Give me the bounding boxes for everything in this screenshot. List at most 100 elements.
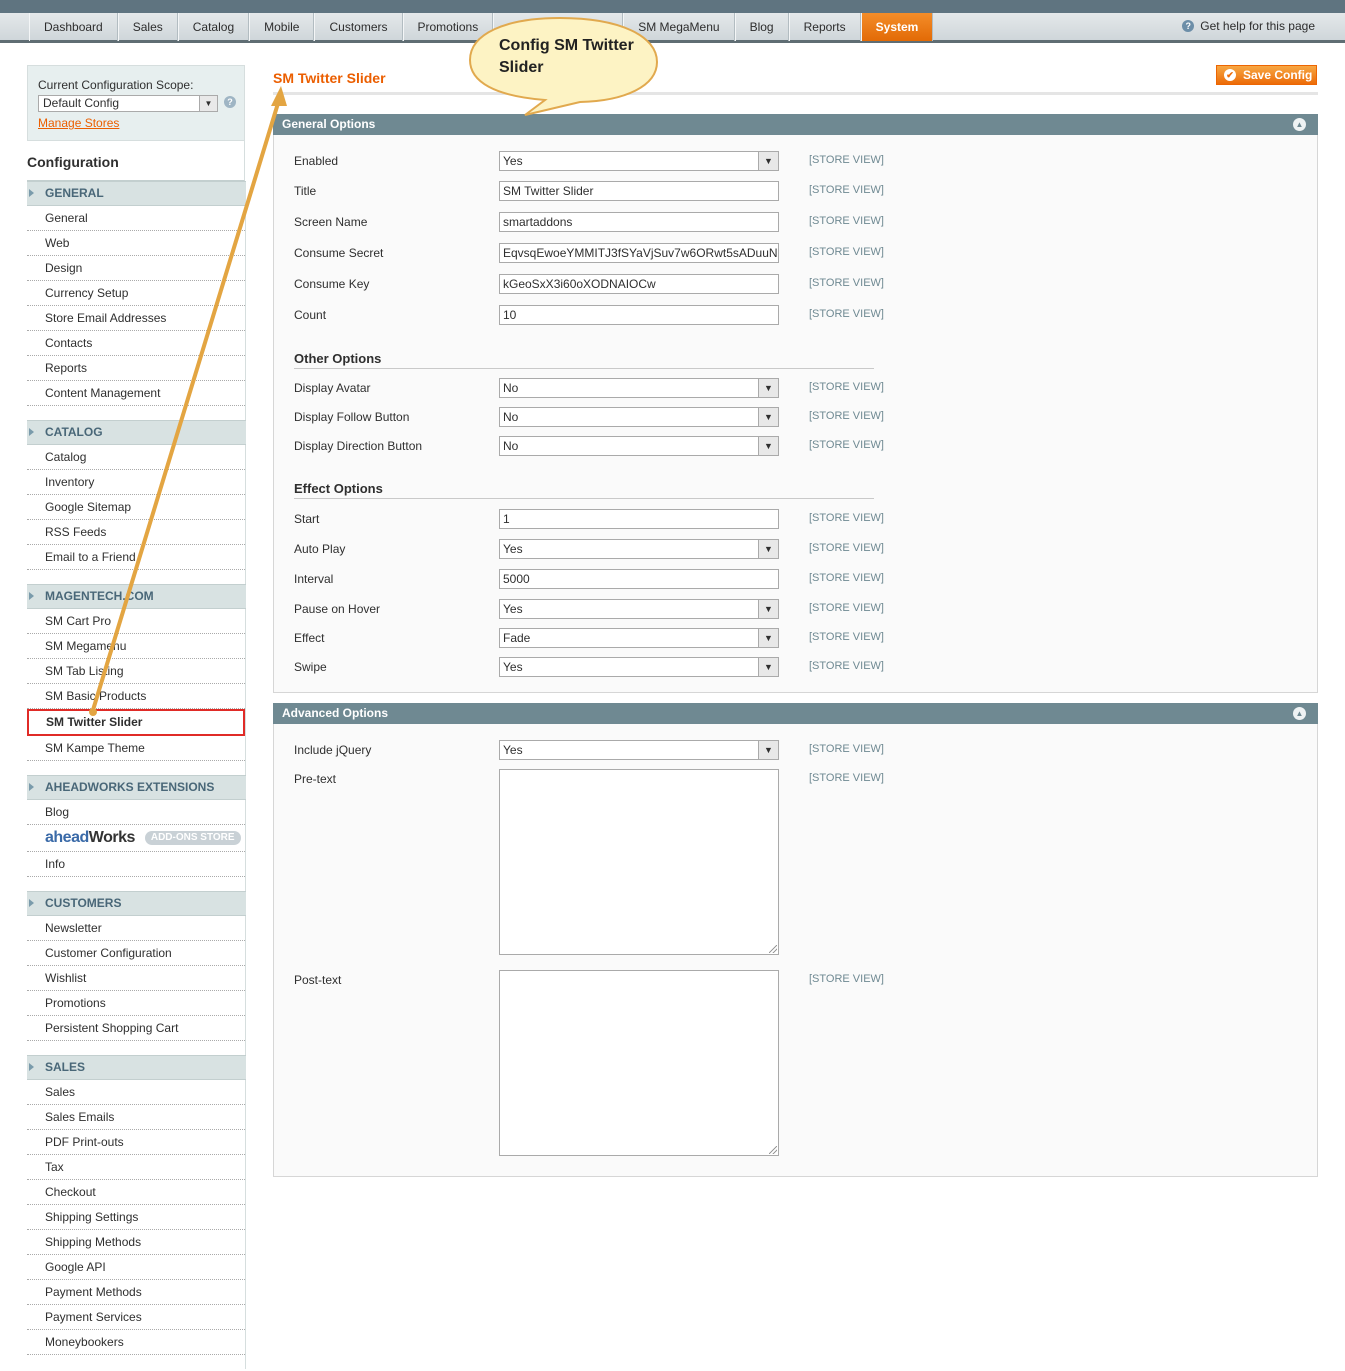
sidebar-item-sm-kampe-theme[interactable]: SM Kampe Theme [27, 736, 245, 761]
sidebar-item-wishlist[interactable]: Wishlist [27, 966, 245, 991]
scope-tag: [STORE VIEW] [809, 542, 884, 554]
nav-item-mobile[interactable]: Mobile [249, 13, 315, 41]
collapse-icon[interactable]: ▲ [1293, 707, 1306, 720]
scope-switcher: Current Configuration Scope: Default Con… [27, 65, 245, 141]
nav-item-catalog[interactable]: Catalog [177, 13, 250, 41]
chevron-down-icon: ▼ [199, 96, 217, 111]
sidebar-item-payment-services[interactable]: Payment Services [27, 1305, 245, 1330]
triangle-right-icon [29, 1063, 34, 1071]
display-follow-button-select[interactable]: No ▼ [499, 407, 779, 427]
sidebar-item-contacts[interactable]: Contacts [27, 331, 245, 356]
save-config-button[interactable]: ✔ Save Config [1216, 65, 1317, 85]
sidebar-section-catalog[interactable]: CATALOG [27, 420, 246, 445]
nav-item-blog[interactable]: Blog [734, 13, 789, 41]
enabled-select[interactable]: Yes ▼ [499, 151, 779, 171]
nav-item-customers[interactable]: Customers [314, 13, 403, 41]
sidebar-item-inventory[interactable]: Inventory [27, 470, 245, 495]
sidebar-item-sm-basic-products[interactable]: SM Basic Products [27, 684, 245, 709]
sidebar-item-google-api[interactable]: Google API [27, 1255, 245, 1280]
sidebar-item-sm-cart-pro[interactable]: SM Cart Pro [27, 609, 245, 634]
select-value: Yes [503, 743, 523, 757]
scope-help-icon[interactable]: ? [224, 96, 236, 108]
sidebar-item-moneybookers[interactable]: Moneybookers [27, 1330, 245, 1355]
sidebar-item-persistent-shopping-cart[interactable]: Persistent Shopping Cart [27, 1016, 245, 1041]
sidebar-item-blog[interactable]: Blog [27, 800, 245, 825]
sidebar-item-reports[interactable]: Reports [27, 356, 245, 381]
count-input[interactable]: 10 [499, 305, 779, 325]
field-label: Consume Secret [294, 246, 384, 260]
effect-select[interactable]: Fade ▼ [499, 628, 779, 648]
nav-item-dashboard[interactable]: Dashboard [29, 13, 118, 41]
sidebar-item-shipping-methods[interactable]: Shipping Methods [27, 1230, 245, 1255]
interval-input[interactable]: 5000 [499, 569, 779, 589]
sidebar-item-design[interactable]: Design [27, 256, 245, 281]
sidebar-item-email-to-a-friend[interactable]: Email to a Friend [27, 545, 245, 570]
resize-handle-icon[interactable] [769, 1146, 777, 1154]
sidebar-item-tax[interactable]: Tax [27, 1155, 245, 1180]
scope-tag: [STORE VIEW] [809, 215, 884, 227]
chevron-down-icon: ▼ [758, 600, 778, 618]
consume-key-input[interactable]: kGeoSxX3i60oXODNAIOCw [499, 274, 779, 294]
auto-play-select[interactable]: Yes ▼ [499, 539, 779, 559]
nav-item-reports[interactable]: Reports [788, 13, 861, 41]
field-label: Display Direction Button [294, 439, 423, 453]
collapse-icon[interactable]: ▲ [1293, 118, 1306, 131]
sidebar-item-sales[interactable]: Sales [27, 1080, 245, 1105]
nav-item-promotions[interactable]: Promotions [402, 13, 494, 41]
title-divider [273, 92, 1318, 95]
sidebar-item-web[interactable]: Web [27, 231, 245, 256]
sidebar-item-sales-emails[interactable]: Sales Emails [27, 1105, 245, 1130]
sidebar-item-catalog[interactable]: Catalog [27, 445, 245, 470]
triangle-right-icon [29, 899, 34, 907]
advanced-options-header[interactable]: Advanced Options ▲ [273, 703, 1318, 724]
start-input[interactable]: 1 [499, 509, 779, 529]
pre-text-textarea[interactable] [499, 769, 779, 955]
field-row-screen-name: Screen Name smartaddons [STORE VIEW] [274, 212, 1319, 232]
sidebar-item-general[interactable]: General [27, 206, 245, 231]
general-options-header[interactable]: General Options ▲ [273, 114, 1318, 135]
nav-item-sales[interactable]: Sales [117, 13, 178, 41]
nav-item-system[interactable]: System [860, 13, 934, 41]
sidebar-item-checkout[interactable]: Checkout [27, 1180, 245, 1205]
sidebar-section-aheadworks-extensions[interactable]: AHEADWORKS EXTENSIONS [27, 775, 246, 800]
aheadworks-logo[interactable]: ahead Works ADD-ONS STORE [27, 825, 245, 852]
display-avatar-select[interactable]: No ▼ [499, 378, 779, 398]
include-jquery-select[interactable]: Yes ▼ [499, 740, 779, 760]
consume-secret-input[interactable]: EqvsqEwoeYMMITJ3fSYaVjSuv7w6ORwt5sADuuN [499, 243, 779, 263]
sidebar-item-currency-setup[interactable]: Currency Setup [27, 281, 245, 306]
sidebar-item-shipping-settings[interactable]: Shipping Settings [27, 1205, 245, 1230]
field-label: Pre-text [294, 772, 337, 786]
screen-name-input[interactable]: smartaddons [499, 212, 779, 232]
sidebar-item-customer-configuration[interactable]: Customer Configuration [27, 941, 245, 966]
sidebar-item-sm-twitter-slider[interactable]: SM Twitter Slider [27, 709, 245, 736]
sidebar-section-magentech-com[interactable]: MAGENTECH.COM [27, 584, 246, 609]
input-value: 10 [503, 308, 517, 322]
scope-select[interactable]: Default Config ▼ [38, 95, 218, 112]
sidebar-section-general[interactable]: GENERAL [27, 181, 246, 206]
sidebar-item-pdf-print-outs[interactable]: PDF Print-outs [27, 1130, 245, 1155]
sidebar-item-info[interactable]: Info [27, 852, 245, 877]
sidebar-item-rss-feeds[interactable]: RSS Feeds [27, 520, 245, 545]
sidebar-item-store-email-addresses[interactable]: Store Email Addresses [27, 306, 245, 331]
scope-tag: [STORE VIEW] [809, 973, 884, 985]
sidebar-item-google-sitemap[interactable]: Google Sitemap [27, 495, 245, 520]
sidebar-item-payment-methods[interactable]: Payment Methods [27, 1280, 245, 1305]
sidebar-item-content-management[interactable]: Content Management [27, 381, 245, 406]
other-options-title: Other Options [294, 351, 382, 366]
sidebar-item-sm-megamenu[interactable]: SM Megamenu [27, 634, 245, 659]
display-direction-button-select[interactable]: No ▼ [499, 436, 779, 456]
pause-on-hover-select[interactable]: Yes ▼ [499, 599, 779, 619]
sidebar-item-promotions[interactable]: Promotions [27, 991, 245, 1016]
sidebar-item-newsletter[interactable]: Newsletter [27, 916, 245, 941]
sidebar-item-sm-tab-listing[interactable]: SM Tab Listing [27, 659, 245, 684]
post-text-textarea[interactable] [499, 970, 779, 1156]
field-row-include-jquery: Include jQuery Yes ▼ [STORE VIEW] [274, 740, 1319, 760]
title-input[interactable]: SM Twitter Slider [499, 181, 779, 201]
resize-handle-icon[interactable] [769, 945, 777, 953]
swipe-select[interactable]: Yes ▼ [499, 657, 779, 677]
sidebar-section-sales[interactable]: SALES [27, 1055, 246, 1080]
chevron-down-icon: ▼ [758, 658, 778, 676]
manage-stores-link[interactable]: Manage Stores [38, 116, 119, 130]
sidebar-section-customers[interactable]: CUSTOMERS [27, 891, 246, 916]
help-link[interactable]: ? Get help for this page [1182, 19, 1315, 33]
